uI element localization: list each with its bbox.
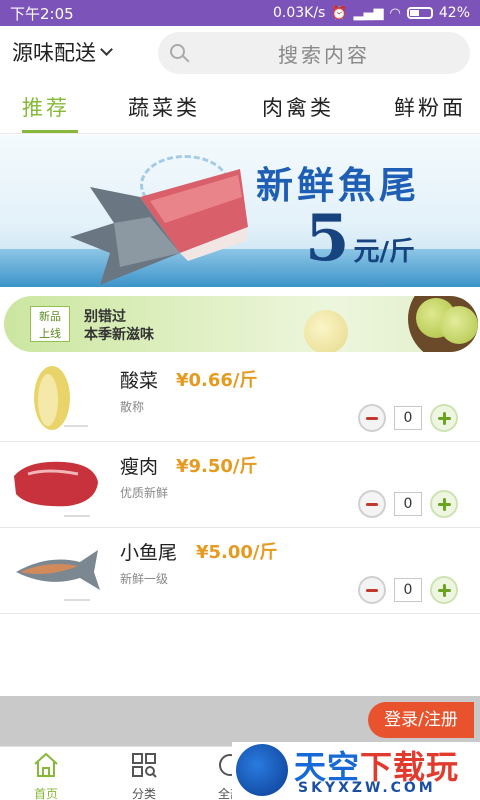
wifi-icon: ◠ bbox=[389, 5, 401, 21]
watermark-url: SKYXZW.COM bbox=[298, 780, 436, 796]
promo-line-1: 别错过 bbox=[84, 309, 126, 325]
network-speed: 0.03K/s bbox=[272, 5, 326, 21]
watermark-logo: 天空下载玩 SKYXZW.COM bbox=[232, 742, 480, 800]
tag-line-1: 新品 bbox=[39, 310, 61, 323]
new-products-strip[interactable]: 新品 上线 别错过 本季新滋味 bbox=[4, 296, 478, 352]
new-product-tag: 新品 上线 bbox=[30, 306, 70, 342]
login-register-button[interactable]: 登录/注册 bbox=[368, 702, 474, 738]
alarm-icon: ⏰ bbox=[331, 5, 348, 21]
fish-tail-image bbox=[70, 169, 248, 285]
search-placeholder: 搜索内容 bbox=[278, 42, 370, 67]
promo-line-2: 本季新滋味 bbox=[84, 327, 154, 343]
tab-vegetables[interactable]: 蔬菜类 bbox=[128, 92, 200, 122]
tab-recommended[interactable]: 推荐 bbox=[22, 92, 70, 122]
status-bar: 下午2:05 0.03K/s ⏰ ▂▄▆ ◠ 42% bbox=[0, 0, 480, 26]
banner-price-number: 5 bbox=[305, 201, 350, 276]
product-price: ¥5.00/斤 bbox=[196, 542, 278, 563]
signal-icon: ▂▄▆ bbox=[353, 5, 384, 21]
tab-meat-poultry[interactable]: 肉禽类 bbox=[262, 92, 334, 122]
quantity-stepper: 0 bbox=[358, 404, 458, 432]
product-price: ¥0.66/斤 bbox=[176, 370, 258, 391]
tag-line-2: 上线 bbox=[39, 327, 61, 340]
status-right: 0.03K/s ⏰ ▂▄▆ ◠ 42% bbox=[273, 5, 470, 21]
product-image bbox=[34, 366, 88, 430]
search-input[interactable]: 搜索内容 bbox=[158, 32, 470, 74]
store-name: 源味配送 bbox=[12, 41, 96, 65]
quantity-stepper: 0 bbox=[358, 576, 458, 604]
category-tabs: 推荐 蔬菜类 肉禽类 鲜粉面 bbox=[0, 78, 480, 134]
active-tab-indicator bbox=[22, 130, 78, 133]
search-icon bbox=[170, 44, 185, 59]
app-header: 源味配送 搜索内容 bbox=[0, 26, 480, 78]
battery-icon bbox=[406, 7, 433, 19]
quantity-field[interactable]: 0 bbox=[394, 492, 422, 516]
battery-percent: 42% bbox=[438, 5, 470, 21]
pear-image bbox=[304, 310, 348, 352]
quantity-stepper: 0 bbox=[358, 490, 458, 518]
category-icon bbox=[132, 753, 157, 778]
product-image bbox=[16, 550, 100, 601]
product-desc: 散称 bbox=[120, 400, 145, 414]
status-time: 下午2:05 bbox=[10, 4, 74, 23]
product-desc: 优质新鲜 bbox=[120, 486, 169, 500]
tab-fresh-noodles[interactable]: 鲜粉面 bbox=[394, 92, 466, 122]
nav-home-label: 首页 bbox=[33, 787, 58, 800]
minus-icon[interactable] bbox=[358, 490, 386, 518]
pear-image bbox=[440, 306, 478, 344]
plus-icon[interactable] bbox=[430, 490, 458, 518]
minus-icon[interactable] bbox=[358, 404, 386, 432]
nav-category-label: 分类 bbox=[131, 787, 156, 800]
product-row[interactable]: 瘦肉 ¥9.50/斤 优质新鲜 0 bbox=[0, 442, 480, 528]
product-image bbox=[14, 461, 98, 517]
banner-price: 5 元/斤 bbox=[305, 207, 415, 271]
product-price: ¥9.50/斤 bbox=[176, 456, 258, 477]
product-row[interactable]: 小鱼尾 ¥5.00/斤 新鲜一级 0 bbox=[0, 528, 480, 614]
product-row[interactable]: 酸菜 ¥0.66/斤 散称 0 bbox=[0, 356, 480, 442]
plus-icon[interactable] bbox=[430, 404, 458, 432]
product-name: 小鱼尾 bbox=[120, 542, 178, 564]
minus-icon[interactable] bbox=[358, 576, 386, 604]
product-desc: 新鲜一级 bbox=[120, 572, 169, 586]
chevron-down-icon bbox=[100, 43, 113, 56]
store-selector[interactable]: 源味配送 bbox=[0, 37, 155, 67]
quantity-field[interactable]: 0 bbox=[394, 406, 422, 430]
nav-category[interactable]: 分类 bbox=[104, 751, 184, 800]
globe-icon bbox=[236, 744, 288, 796]
home-icon bbox=[34, 752, 58, 777]
plus-icon[interactable] bbox=[430, 576, 458, 604]
banner-price-unit: 元/斤 bbox=[353, 237, 416, 267]
nav-home[interactable]: 首页 bbox=[6, 751, 86, 800]
product-name: 瘦肉 bbox=[120, 456, 159, 478]
product-name: 酸菜 bbox=[120, 370, 159, 392]
quantity-field[interactable]: 0 bbox=[394, 578, 422, 602]
promo-banner[interactable]: 新鲜魚尾 5 元/斤 bbox=[0, 135, 480, 287]
